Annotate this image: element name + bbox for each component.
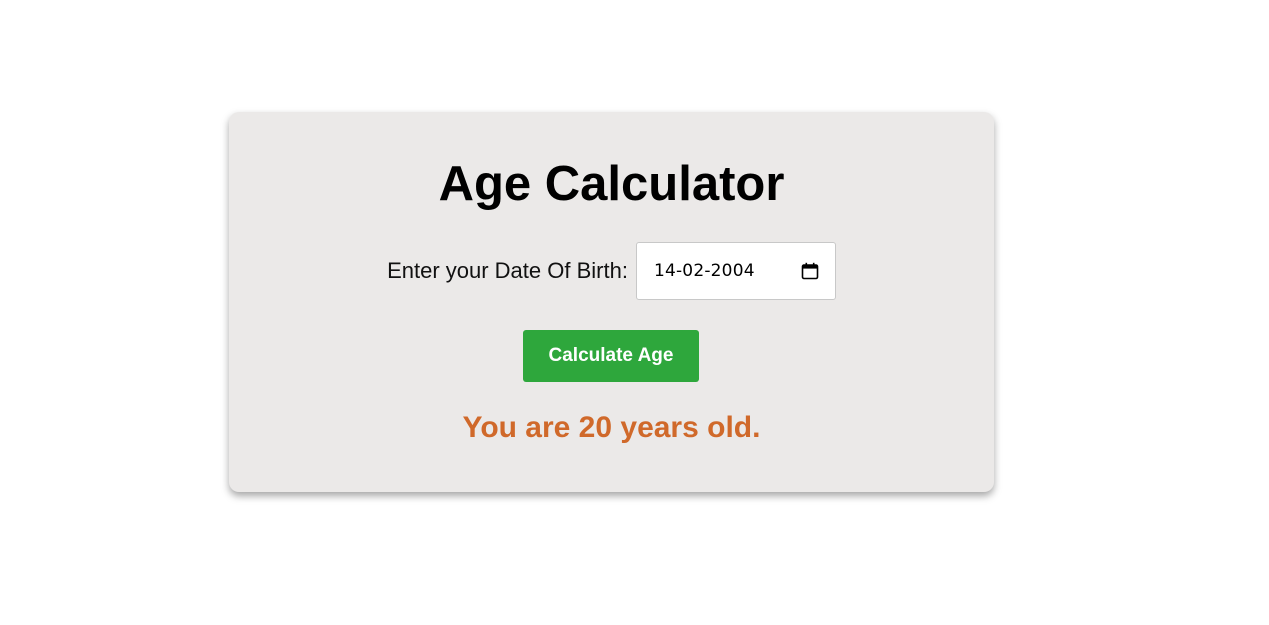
dob-row: Enter your Date Of Birth: 14-02-2004	[229, 242, 994, 300]
dob-date-value[interactable]: 14-02-2004	[654, 261, 755, 281]
page-title: Age Calculator	[438, 157, 785, 211]
dob-date-input[interactable]: 14-02-2004	[635, 242, 836, 300]
age-result: You are 20 years old.	[462, 411, 761, 444]
age-calculator-card: Age Calculator Enter your Date Of Birth:…	[229, 112, 994, 492]
dob-label: Enter your Date Of Birth:	[387, 258, 628, 283]
calendar-icon[interactable]	[801, 262, 819, 280]
calculate-age-button[interactable]: Calculate Age	[523, 330, 699, 382]
